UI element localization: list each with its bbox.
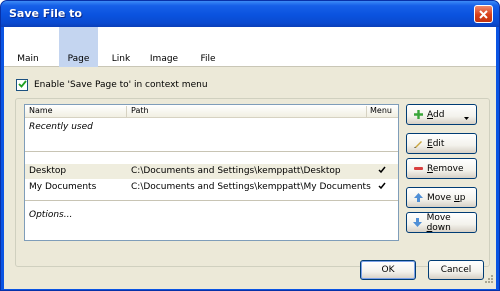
remove-button[interactable]: Remove	[406, 158, 477, 179]
list-divider	[25, 200, 398, 201]
column-divider[interactable]	[126, 106, 127, 117]
tab-file[interactable]: File	[199, 27, 217, 67]
edit-button[interactable]: Edit	[406, 133, 477, 154]
enable-context-menu-checkbox[interactable]	[16, 79, 28, 91]
enable-context-menu-label: Enable 'Save Page to' in context menu	[34, 80, 208, 90]
list-divider	[25, 151, 398, 152]
ok-button[interactable]: OK	[360, 260, 416, 280]
dialog-client-area: Main Page Link Image File Enable 'Save P…	[4, 27, 496, 289]
arrow-down-icon	[412, 217, 424, 229]
minus-icon	[412, 163, 424, 175]
add-button[interactable]: Add	[406, 104, 477, 125]
list-header: Name Path Menu	[25, 105, 398, 118]
list-item-options[interactable]: Options...	[25, 208, 398, 223]
folder-list[interactable]: Name Path Menu Recently used Desktop C:\…	[24, 104, 399, 241]
column-header-menu[interactable]: Menu	[370, 106, 392, 115]
title-bar[interactable]: Save File to	[1, 1, 499, 27]
table-row[interactable]: My Documents C:\Documents and Settings\k…	[25, 180, 398, 195]
tab-strip: Main Page Link Image File	[4, 27, 496, 67]
recently-used-label: Recently used	[29, 122, 93, 132]
tab-link[interactable]: Link	[110, 27, 132, 67]
save-file-to-dialog: Save File to Main Page Link Image File E…	[0, 0, 500, 291]
tab-image[interactable]: Image	[149, 27, 179, 67]
window-title: Save File to	[9, 7, 82, 20]
plus-icon	[412, 109, 424, 121]
cancel-button[interactable]: Cancel	[428, 260, 484, 280]
edit-label: Edit	[427, 138, 445, 149]
folder-name: My Documents	[29, 182, 97, 192]
close-button[interactable]	[474, 5, 493, 23]
arrow-up-icon	[412, 192, 424, 204]
add-label: Add	[427, 109, 445, 120]
folder-path: C:\Documents and Settings\kemppatt\My Do…	[131, 182, 371, 192]
column-header-name[interactable]: Name	[29, 106, 53, 115]
move-down-button[interactable]: Move down	[406, 212, 477, 233]
menu-check-icon	[378, 166, 386, 177]
pencil-icon	[412, 138, 424, 150]
resize-grip-icon[interactable]	[484, 274, 494, 287]
list-item-recently-used[interactable]: Recently used	[25, 120, 398, 135]
tab-main[interactable]: Main	[15, 27, 41, 67]
close-icon	[479, 9, 488, 19]
folder-path: C:\Documents and Settings\kemppatt\Deskt…	[131, 166, 341, 176]
move-up-button[interactable]: Move up	[406, 187, 477, 208]
options-label: Options...	[29, 210, 73, 220]
column-header-path[interactable]: Path	[131, 106, 149, 115]
remove-label: Remove	[427, 163, 464, 174]
enable-context-menu-option[interactable]: Enable 'Save Page to' in context menu	[16, 79, 208, 91]
column-divider[interactable]	[366, 106, 367, 117]
menu-check-icon	[378, 182, 386, 193]
folders-group: Name Path Menu Recently used Desktop C:\…	[15, 98, 490, 267]
chevron-down-icon	[464, 113, 469, 123]
move-down-label: Move down	[426, 212, 451, 233]
move-up-label: Move up	[427, 192, 466, 203]
checkmark-icon	[17, 79, 27, 91]
tab-page[interactable]: Page	[59, 27, 98, 67]
folder-name: Desktop	[29, 166, 67, 176]
table-row[interactable]: Desktop C:\Documents and Settings\kemppa…	[25, 164, 398, 179]
